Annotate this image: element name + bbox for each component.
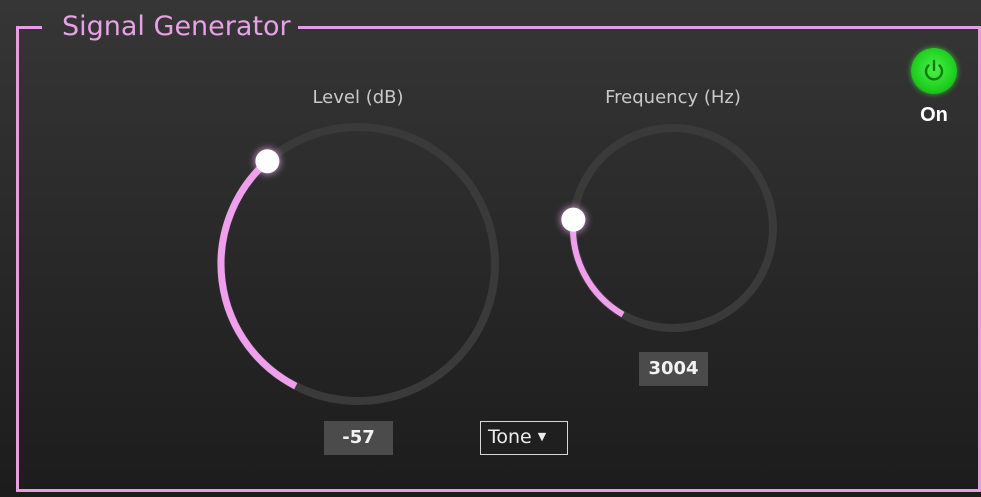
frequency-knob-fill <box>570 219 625 318</box>
power-button[interactable] <box>911 48 957 94</box>
caret-down-icon: ▼ <box>537 430 547 443</box>
frequency-value[interactable]: 3004 <box>639 352 708 386</box>
power-state-label: On <box>920 104 948 126</box>
frequency-knob-handle[interactable] <box>561 207 586 232</box>
signal-generator-panel: Signal Generator Level (dB) Frequency (H… <box>0 0 981 497</box>
waveform-selected-label: Tone <box>488 426 532 448</box>
level-value[interactable]: -57 <box>324 421 393 455</box>
level-knob-handle[interactable] <box>255 149 280 174</box>
power-icon <box>924 59 944 81</box>
waveform-select[interactable]: Tone ▼ <box>480 421 568 455</box>
